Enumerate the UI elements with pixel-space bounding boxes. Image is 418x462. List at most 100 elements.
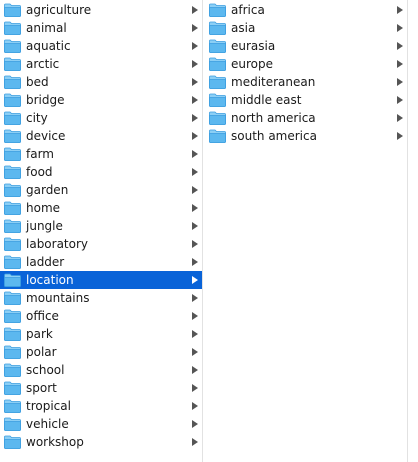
folder-icon — [4, 345, 21, 359]
category-list: agriculture animal aquatic arctic bed br… — [0, 0, 202, 451]
category-item[interactable]: sport — [0, 379, 202, 397]
chevron-right-icon — [190, 73, 199, 91]
location-item[interactable]: asia — [203, 19, 407, 37]
chevron-right-icon — [190, 307, 199, 325]
folder-icon — [4, 291, 21, 305]
chevron-right-icon — [190, 145, 199, 163]
folder-icon — [209, 111, 226, 125]
chevron-right-icon — [395, 37, 404, 55]
category-item[interactable]: animal — [0, 19, 202, 37]
category-label: vehicle — [26, 417, 69, 431]
location-item[interactable]: middle east — [203, 91, 407, 109]
location-label: asia — [231, 21, 256, 35]
category-label: location — [26, 273, 74, 287]
chevron-right-icon — [190, 379, 199, 397]
category-item[interactable]: office — [0, 307, 202, 325]
folder-icon — [4, 309, 21, 323]
folder-icon — [4, 165, 21, 179]
category-label: workshop — [26, 435, 84, 449]
chevron-right-icon — [190, 37, 199, 55]
column-locations[interactable]: africa asia eurasia europe mediteranean — [203, 0, 408, 462]
chevron-right-icon — [395, 19, 404, 37]
category-label: sport — [26, 381, 57, 395]
category-item[interactable]: tropical — [0, 397, 202, 415]
location-item[interactable]: eurasia — [203, 37, 407, 55]
folder-icon — [4, 39, 21, 53]
folder-icon — [4, 417, 21, 431]
category-label: bed — [26, 75, 49, 89]
chevron-right-icon — [190, 55, 199, 73]
chevron-right-icon — [190, 109, 199, 127]
category-item[interactable]: device — [0, 127, 202, 145]
folder-icon — [4, 75, 21, 89]
column-categories[interactable]: agriculture animal aquatic arctic bed br… — [0, 0, 203, 462]
location-item[interactable]: north america — [203, 109, 407, 127]
location-item[interactable]: mediteranean — [203, 73, 407, 91]
folder-icon — [4, 435, 21, 449]
location-item[interactable]: europe — [203, 55, 407, 73]
chevron-right-icon — [190, 271, 199, 289]
category-item[interactable]: city — [0, 109, 202, 127]
chevron-right-icon — [395, 1, 404, 19]
folder-icon — [209, 93, 226, 107]
location-label: mediteranean — [231, 75, 316, 89]
category-label: tropical — [26, 399, 71, 413]
chevron-right-icon — [395, 109, 404, 127]
category-item[interactable]: laboratory — [0, 235, 202, 253]
folder-icon — [4, 147, 21, 161]
folder-icon — [4, 399, 21, 413]
category-item[interactable]: vehicle — [0, 415, 202, 433]
category-item[interactable]: arctic — [0, 55, 202, 73]
category-label: city — [26, 111, 48, 125]
chevron-right-icon — [190, 181, 199, 199]
chevron-right-icon — [395, 55, 404, 73]
folder-icon — [4, 3, 21, 17]
category-item[interactable]: bridge — [0, 91, 202, 109]
location-label: north america — [231, 111, 316, 125]
category-item[interactable]: polar — [0, 343, 202, 361]
category-item[interactable]: aquatic — [0, 37, 202, 55]
chevron-right-icon — [190, 127, 199, 145]
category-item[interactable]: park — [0, 325, 202, 343]
folder-icon — [209, 75, 226, 89]
folder-icon — [4, 273, 21, 287]
chevron-right-icon — [190, 91, 199, 109]
chevron-right-icon — [395, 73, 404, 91]
chevron-right-icon — [395, 127, 404, 145]
category-item[interactable]: ladder — [0, 253, 202, 271]
category-item[interactable]: bed — [0, 73, 202, 91]
chevron-right-icon — [190, 19, 199, 37]
folder-icon — [4, 93, 21, 107]
chevron-right-icon — [190, 415, 199, 433]
folder-icon — [209, 129, 226, 143]
category-item[interactable]: agriculture — [0, 1, 202, 19]
location-item[interactable]: south america — [203, 127, 407, 145]
category-item[interactable]: home — [0, 199, 202, 217]
category-item[interactable]: garden — [0, 181, 202, 199]
folder-icon — [209, 39, 226, 53]
location-item[interactable]: africa — [203, 1, 407, 19]
folder-icon — [209, 3, 226, 17]
category-item[interactable]: school — [0, 361, 202, 379]
chevron-right-icon — [190, 397, 199, 415]
folder-icon — [4, 183, 21, 197]
category-item[interactable]: farm — [0, 145, 202, 163]
folder-icon — [4, 237, 21, 251]
category-item[interactable]: jungle — [0, 217, 202, 235]
category-item[interactable]: workshop — [0, 433, 202, 451]
location-label: middle east — [231, 93, 302, 107]
category-label: home — [26, 201, 61, 215]
chevron-right-icon — [395, 91, 404, 109]
folder-icon — [4, 255, 21, 269]
folder-icon — [4, 219, 21, 233]
category-label: bridge — [26, 93, 65, 107]
category-item-selected[interactable]: location — [0, 271, 202, 289]
category-label: animal — [26, 21, 67, 35]
chevron-right-icon — [190, 361, 199, 379]
category-label: laboratory — [26, 237, 89, 251]
category-item[interactable]: mountains — [0, 289, 202, 307]
category-item[interactable]: food — [0, 163, 202, 181]
location-label: africa — [231, 3, 265, 17]
chevron-right-icon — [190, 217, 199, 235]
scroll-area[interactable] — [408, 0, 418, 462]
